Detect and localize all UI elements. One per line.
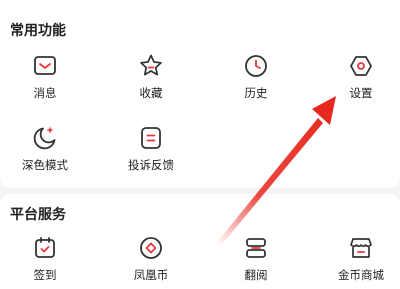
section-title-common: 常用功能 — [10, 23, 66, 39]
menu-item-settings[interactable]: 设置 — [321, 52, 400, 101]
menu-item-messages[interactable]: 消息 — [5, 52, 85, 101]
menu-item-label: 历史 — [244, 86, 268, 100]
menu-item-label: 金币商城 — [338, 268, 384, 282]
check-in-icon — [35, 237, 55, 258]
menu-item-label: 凤凰币 — [133, 268, 169, 282]
menu-item-dark-mode[interactable]: 深色模式 — [5, 124, 85, 173]
mail-icon — [34, 56, 56, 75]
menu-item-coin-mall[interactable]: 金币商城 — [321, 234, 400, 283]
menu-item-label: 签到 — [33, 268, 57, 282]
menu-item-favorites[interactable]: 收藏 — [111, 52, 191, 101]
common-functions-card: 常用功能 消息 收藏 历史 设置 深色模式 投诉反馈 — [0, 0, 400, 188]
coin-icon — [140, 237, 162, 259]
menu-item-label: 投诉反馈 — [128, 158, 174, 172]
platform-services-card: 平台服务 签到 凤凰币 翻阅 金币商城 — [0, 194, 400, 289]
menu-item-label: 设置 — [349, 86, 373, 100]
moon-icon — [33, 127, 56, 150]
section-title-platform: 平台服务 — [10, 207, 66, 223]
menu-item-feedback[interactable]: 投诉反馈 — [111, 124, 191, 173]
menu-item-label: 消息 — [33, 86, 57, 100]
clock-icon — [245, 55, 267, 77]
menu-item-read[interactable]: 翻阅 — [216, 234, 296, 283]
settings-icon — [350, 56, 372, 76]
menu-item-label: 收藏 — [139, 86, 163, 100]
menu-item-label: 深色模式 — [22, 158, 68, 172]
star-icon — [140, 54, 162, 76]
menu-item-history[interactable]: 历史 — [216, 52, 296, 101]
menu-item-check-in[interactable]: 签到 — [5, 234, 85, 283]
menu-item-phoenix-coin[interactable]: 凤凰币 — [111, 234, 191, 283]
menu-item-label: 翻阅 — [244, 268, 268, 282]
feedback-icon — [141, 127, 161, 149]
read-icon — [246, 238, 266, 258]
shop-icon — [350, 238, 372, 258]
